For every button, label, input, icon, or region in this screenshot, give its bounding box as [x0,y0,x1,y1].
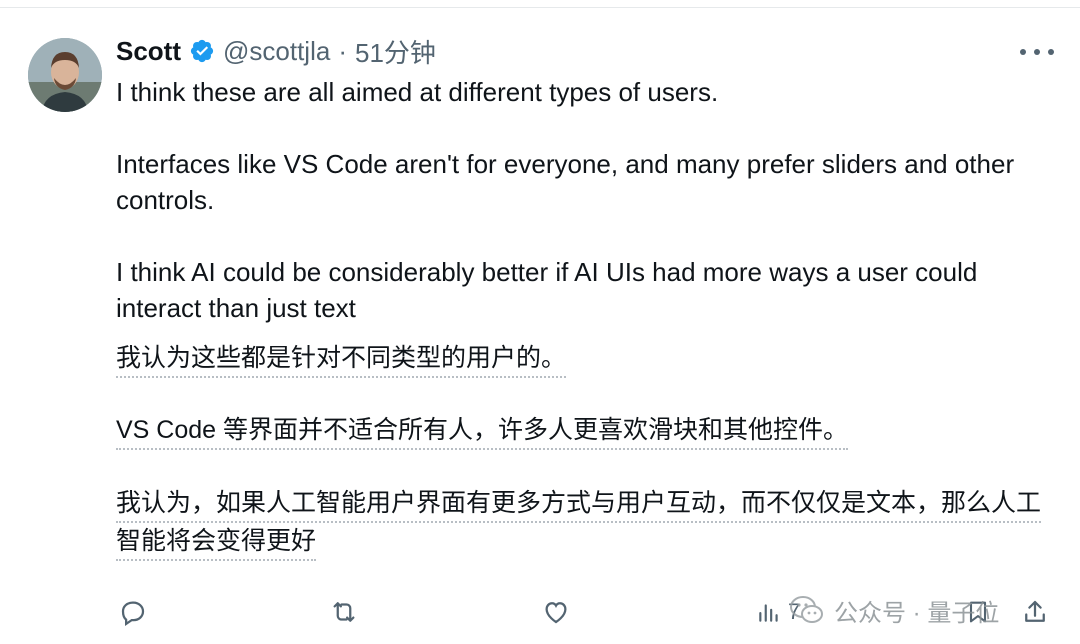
like-button[interactable] [540,592,572,632]
post-time[interactable]: 51分钟 [355,33,436,70]
translation-paragraph-2: VS Code 等界面并不适合所有人，许多人更喜欢滑块和其他控件。 [116,412,1056,450]
retweet-icon [328,597,360,627]
reply-icon [118,597,148,627]
avatar[interactable] [28,38,102,112]
top-divider [0,0,1080,8]
share-icon [1020,597,1050,627]
translation-paragraph-3: 我认为，如果人工智能用户界面有更多方式与用户互动，而不仅仅是文本，那么人工智能将… [116,484,1056,561]
tweet-paragraph: Interfaces like VS Code aren't for every… [116,149,1015,215]
translation-text: 我认为，如果人工智能用户界面有更多方式与用户互动，而不仅仅是文本，那么人工智能将… [116,489,1042,561]
translation-paragraph-1: 我认为这些都是针对不同类型的用户的。 [116,340,1056,378]
translation-text: 我认为这些都是针对不同类型的用户的。 [116,344,567,378]
wechat-logo-icon [790,595,824,625]
author-name[interactable]: Scott [116,36,181,67]
watermark-text: 公众号 · 量子位 [834,599,1000,627]
views-icon [756,597,782,627]
translation-text: VS Code 等界面并不适合所有人，许多人更喜欢滑块和其他控件。 [116,416,849,450]
watermark: 公众号 · 量子位 [790,588,999,632]
separator-dot: · [338,35,347,66]
reply-button[interactable] [118,592,148,632]
more-options-icon[interactable] [1020,42,1054,62]
author-handle[interactable]: @scottjla [223,36,330,67]
retweet-button[interactable] [328,592,360,632]
verified-badge-icon [189,38,215,64]
tweet-paragraph: I think these are all aimed at different… [116,77,719,107]
tweet-paragraph: I think AI could be considerably better … [116,257,978,323]
share-button[interactable] [1020,592,1050,632]
heart-icon [540,597,572,627]
tweet-header: Scott @scottjla · 51分钟 [116,34,436,68]
tweet-text: I think these are all aimed at different… [116,74,1056,326]
tweet: Scott @scottjla · 51分钟 I think these are… [0,8,1080,644]
